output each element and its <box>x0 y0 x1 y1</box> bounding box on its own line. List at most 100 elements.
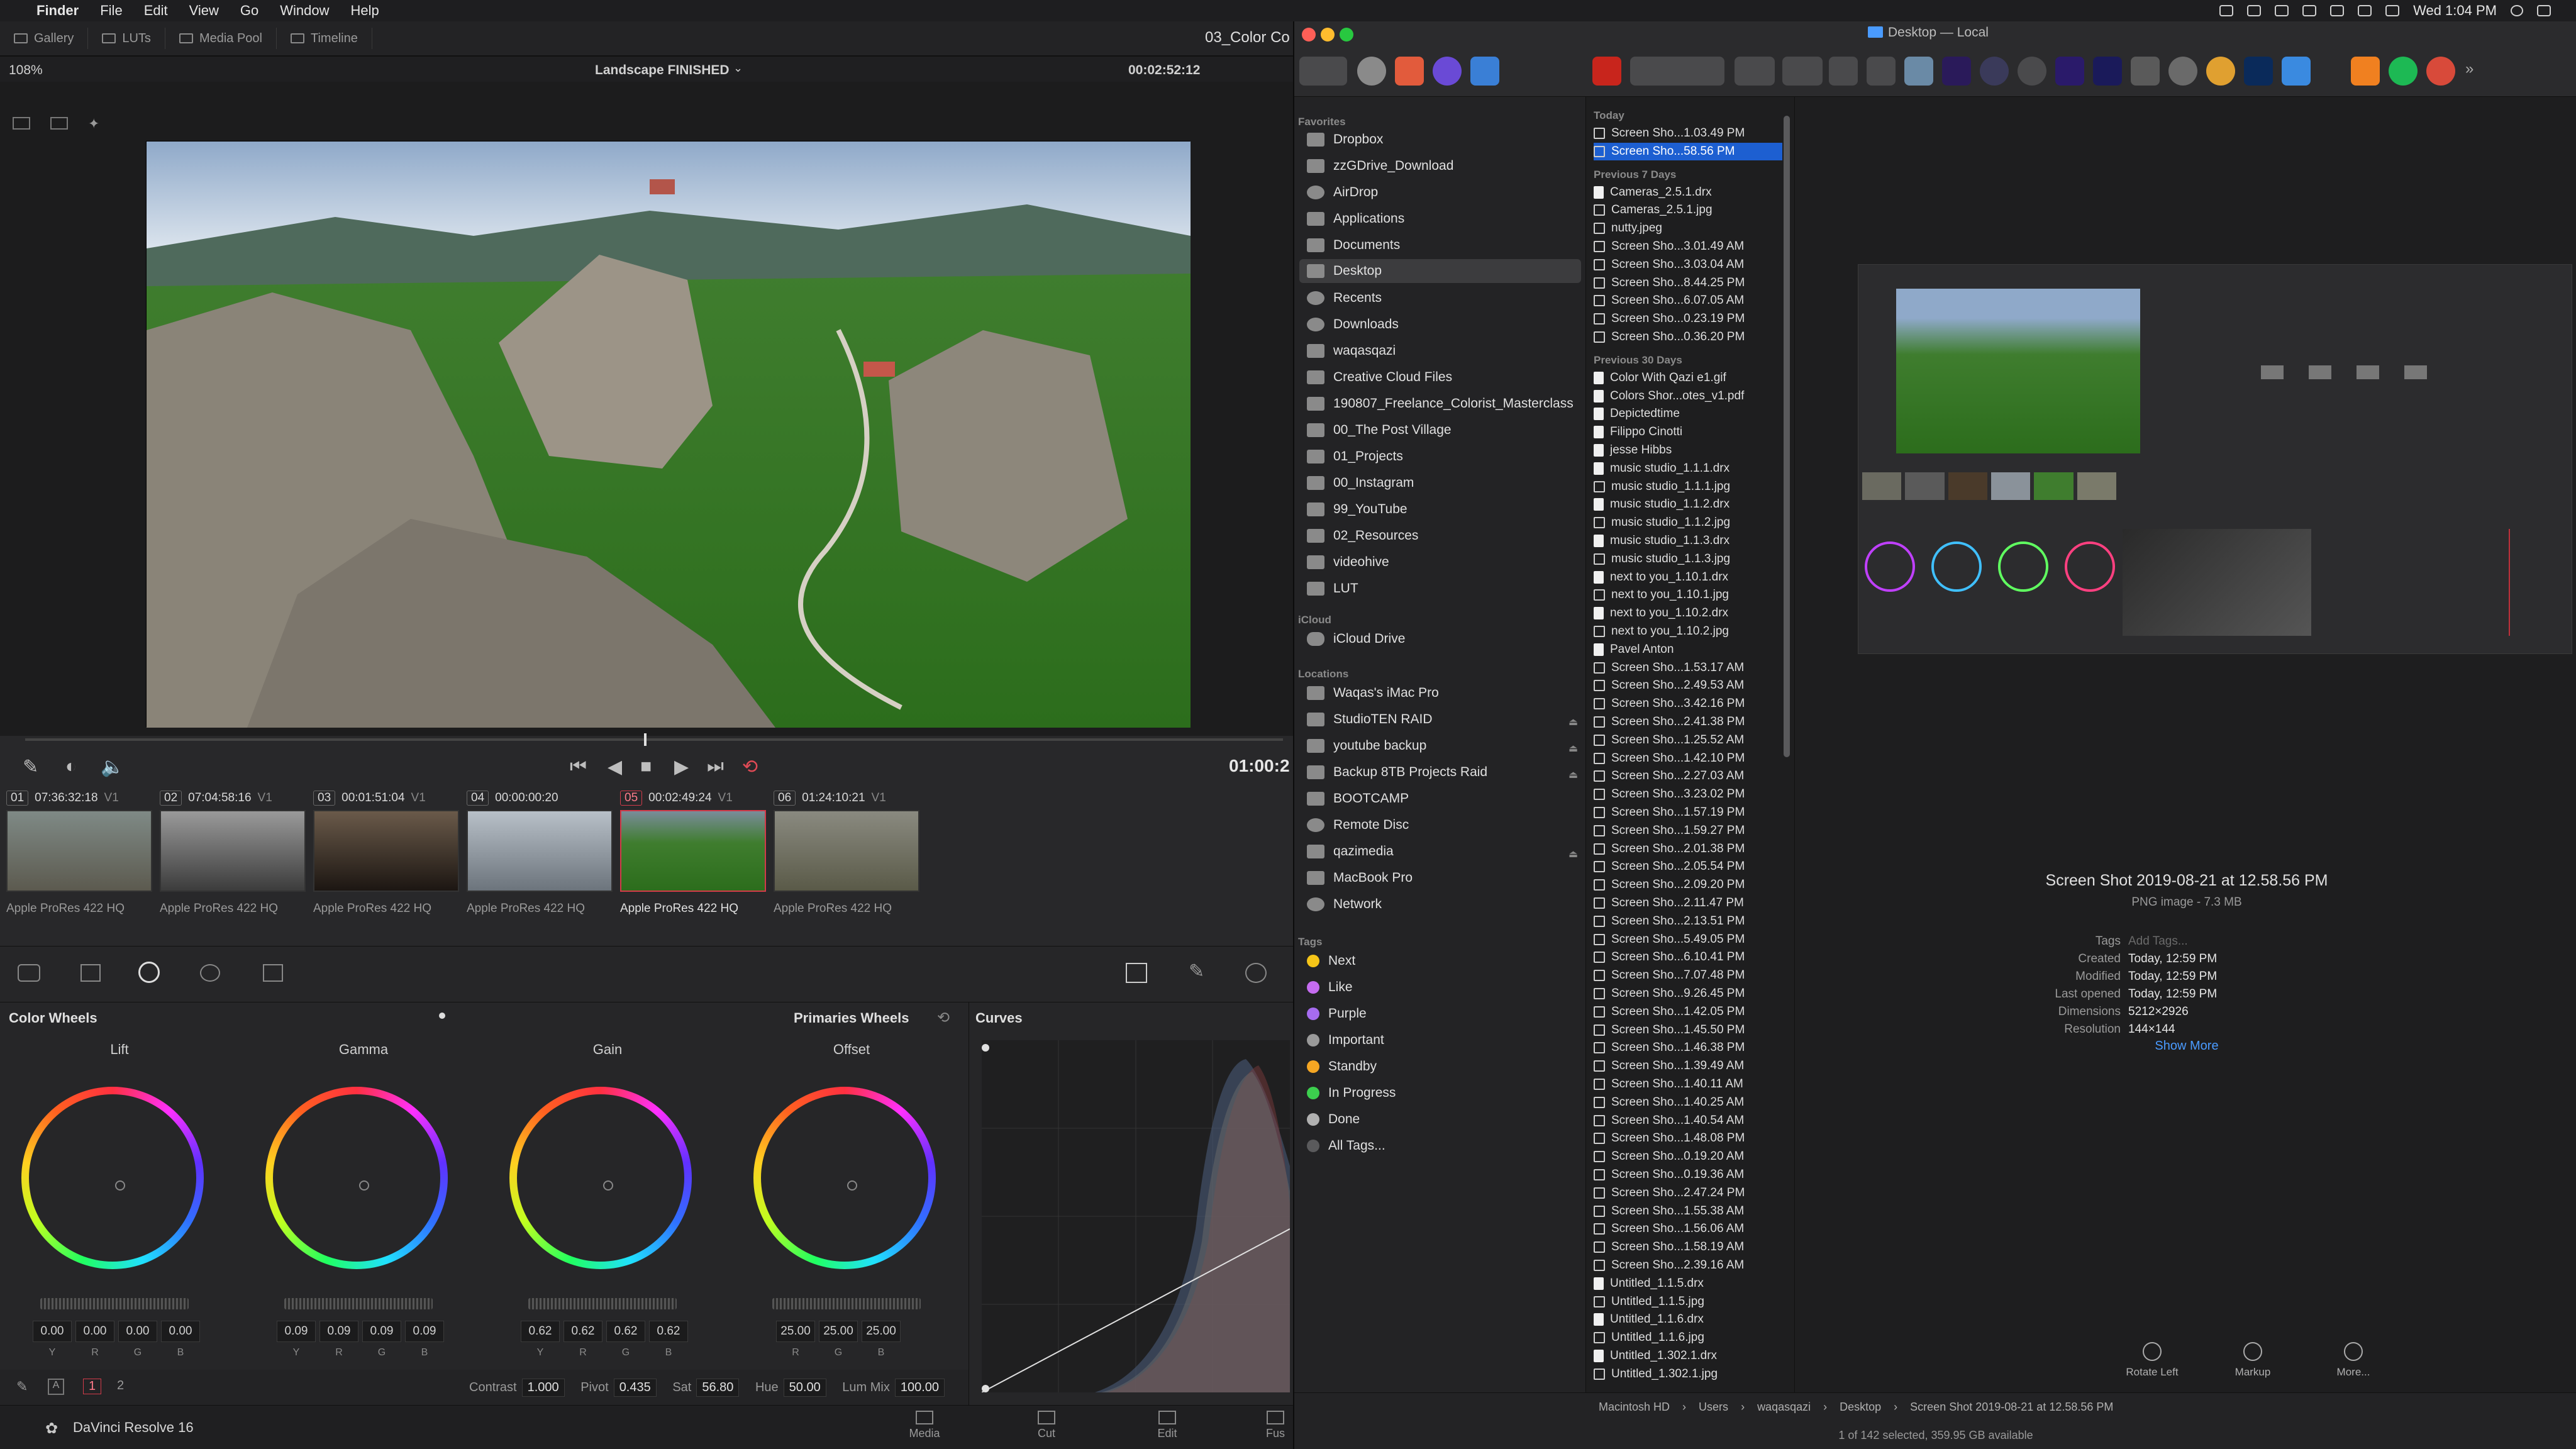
clip-item-selected[interactable]: 05 00:02:49:24 V1 Apple ProRes 422 HQ <box>620 789 771 927</box>
sidebar-item-location[interactable]: youtube backup <box>1307 738 1426 753</box>
file-item[interactable]: Screen Sho...1.58.19 AM <box>1594 1238 1782 1256</box>
page-edit[interactable]: Edit <box>1142 1411 1192 1440</box>
highlight-icon[interactable]: ✦ <box>88 116 99 132</box>
eject-icon[interactable]: ⏏ <box>1568 716 1578 728</box>
sidebar-tag-item[interactable]: Important <box>1307 1033 1384 1048</box>
sidebar-tag-item[interactable]: In Progress <box>1307 1085 1396 1101</box>
tab-timeline[interactable]: Timeline <box>277 28 372 49</box>
master-wheel-slider[interactable] <box>40 1298 189 1309</box>
time-machine-icon[interactable] <box>2302 5 2317 16</box>
file-item[interactable]: Cameras_2.5.1.drx <box>1594 184 1782 201</box>
page-1-button[interactable]: 1 <box>83 1379 102 1394</box>
lum-mix-field[interactable]: 100.00 <box>894 1379 945 1397</box>
contrast-field[interactable]: 1.000 <box>521 1379 565 1397</box>
sidebar-item-icloud-drive[interactable]: iCloud Drive <box>1307 631 1405 647</box>
sidebar-item-dropbox[interactable]: Dropbox <box>1307 132 1383 147</box>
file-item[interactable]: Screen Sho...6.07.05 AM <box>1594 292 1782 309</box>
file-item[interactable]: Filippo Cinotti <box>1594 423 1782 441</box>
window-icon[interactable] <box>1245 963 1267 983</box>
dropbox-icon[interactable] <box>2275 5 2289 16</box>
sidebar-item-airdrop[interactable]: AirDrop <box>1307 185 1378 200</box>
app-icon[interactable] <box>1395 57 1424 86</box>
master-wheel-slider[interactable] <box>284 1298 433 1309</box>
clip-item[interactable]: 06 01:24:10:21 V1 Apple ProRes 422 HQ <box>774 789 924 927</box>
stop-button[interactable]: ■ <box>640 756 652 777</box>
overflow-icon[interactable]: » <box>2465 60 2473 78</box>
file-item[interactable]: Screen Sho...0.19.36 AM <box>1594 1166 1782 1184</box>
app-icon[interactable] <box>2093 57 2122 86</box>
file-item[interactable]: Screen Sho...5.49.05 PM <box>1594 931 1782 948</box>
color-wheel[interactable] <box>21 1087 204 1269</box>
file-item[interactable]: music studio_1.1.1.jpg <box>1594 478 1782 496</box>
spotify-icon[interactable] <box>2389 57 2418 86</box>
value-field[interactable]: 0.09 <box>405 1321 444 1342</box>
value-field[interactable]: 0.62 <box>606 1321 645 1342</box>
file-item[interactable]: nutty.jpeg <box>1594 219 1782 237</box>
sidebar-item-folder[interactable]: LUT <box>1307 581 1358 596</box>
app-icon[interactable] <box>1980 57 2009 86</box>
after-effects-icon[interactable] <box>2055 57 2084 86</box>
hue-field[interactable]: 50.00 <box>783 1379 826 1397</box>
jump-end-button[interactable]: ⏭ <box>707 756 724 777</box>
sidebar-item-location[interactable]: Backup 8TB Projects Raid <box>1307 765 1487 780</box>
file-item[interactable]: Screen Sho...1.40.25 AM <box>1594 1094 1782 1111</box>
file-item[interactable]: Screen Sho...3.42.16 PM <box>1594 695 1782 713</box>
sidebar-item-folder[interactable]: 00_Instagram <box>1307 475 1414 491</box>
tab-media-pool[interactable]: Media Pool <box>165 28 277 49</box>
file-item[interactable]: Screen Sho...3.01.49 AM <box>1594 238 1782 255</box>
zoom-button[interactable] <box>1340 28 1353 42</box>
timeline-name[interactable]: Landscape FINISHED <box>595 63 730 78</box>
minimize-button[interactable] <box>1321 28 1335 42</box>
menu-view[interactable]: View <box>189 3 219 19</box>
file-item[interactable]: Screen Sho...8.44.25 PM <box>1594 274 1782 292</box>
path-macintosh-hd[interactable]: Macintosh HD <box>1599 1401 1670 1414</box>
clip-item[interactable]: 04 00:00:00:20 Apple ProRes 422 HQ <box>467 789 618 927</box>
file-item[interactable]: Screen Sho...1.53.17 AM <box>1594 659 1782 677</box>
file-item[interactable]: Screen Sho...2.05.54 PM <box>1594 858 1782 875</box>
color-wheels-icon[interactable] <box>138 962 160 983</box>
value-field[interactable]: 0.00 <box>75 1321 114 1342</box>
zoom-select[interactable]: 108% <box>9 63 43 78</box>
sidebar-item-location[interactable]: StudioTEN RAID <box>1307 712 1433 727</box>
file-item[interactable]: Untitled_1.302.1.jpg <box>1594 1365 1782 1383</box>
color-wheel[interactable] <box>509 1087 692 1269</box>
menu-clock[interactable]: Wed 1:04 PM <box>2413 3 2497 19</box>
file-item[interactable]: Screen Sho...0.23.19 PM <box>1594 310 1782 328</box>
sidebar-tag-item[interactable]: All Tags... <box>1307 1138 1385 1153</box>
wifi-icon[interactable] <box>2330 5 2345 16</box>
search-icon[interactable] <box>2511 5 2523 16</box>
pivot-field[interactable]: 0.435 <box>613 1379 657 1397</box>
davinci-icon[interactable] <box>2018 57 2046 86</box>
sidebar-item-folder[interactable]: 190807_Freelance_Colorist_Masterclass <box>1307 396 1574 411</box>
volume-icon[interactable] <box>2358 5 2372 16</box>
file-item[interactable]: Screen Sho...2.39.16 AM <box>1594 1257 1782 1274</box>
clip-item[interactable]: 03 00:01:51:04 V1 Apple ProRes 422 HQ <box>313 789 464 927</box>
sidebar-tag-item[interactable]: Done <box>1307 1112 1360 1127</box>
photoshop-icon[interactable] <box>2244 57 2273 86</box>
rotate-left-button[interactable]: Rotate Left <box>2108 1342 2196 1379</box>
pointer-icon[interactable]: ✎ <box>16 1379 28 1395</box>
file-item[interactable]: Screen Sho...1.03.49 PM <box>1594 125 1782 142</box>
file-item[interactable]: Screen Sho...1.59.27 PM <box>1594 822 1782 840</box>
path-desktop[interactable]: Desktop <box>1840 1401 1881 1414</box>
value-field[interactable]: 25.00 <box>862 1321 901 1342</box>
file-item[interactable]: next to you_1.10.1.drx <box>1594 569 1782 586</box>
value-field[interactable]: 0.62 <box>564 1321 602 1342</box>
file-item[interactable]: Untitled_1.1.5.jpg <box>1594 1293 1782 1311</box>
playhead[interactable] <box>644 733 647 746</box>
scrollbar[interactable] <box>1784 116 1790 757</box>
file-item[interactable]: Screen Sho...2.41.38 PM <box>1594 713 1782 731</box>
vlc-icon[interactable] <box>2351 57 2380 86</box>
cloud-icon[interactable] <box>2219 5 2234 16</box>
sidebar-tag-item[interactable]: Purple <box>1307 1006 1367 1021</box>
meta-value[interactable]: Add Tags... <box>2128 935 2188 948</box>
file-item[interactable]: Screen Sho...0.36.20 PM <box>1594 328 1782 346</box>
sidebar-item-location[interactable]: qazimedia <box>1307 844 1394 859</box>
file-item[interactable]: Screen Sho...1.48.08 PM <box>1594 1130 1782 1147</box>
sidebar-item-folder[interactable]: 00_The Post Village <box>1307 423 1452 438</box>
sidebar-item-recents[interactable]: Recents <box>1307 291 1382 306</box>
value-field[interactable]: 25.00 <box>776 1321 815 1342</box>
file-item[interactable]: music studio_1.1.2.drx <box>1594 496 1782 513</box>
color-match-icon[interactable] <box>80 964 101 982</box>
file-item[interactable]: Untitled_1.1.5.drx <box>1594 1275 1782 1292</box>
